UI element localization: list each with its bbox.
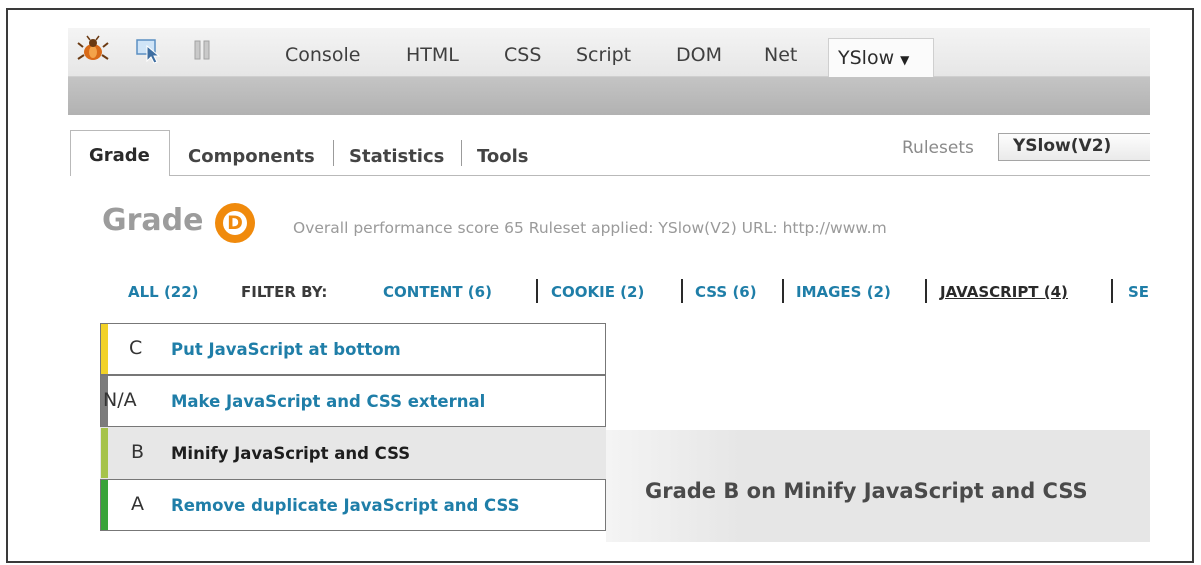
rule-title[interactable]: Make JavaScript and CSS external [171,392,485,411]
rule-grade: N/A [103,389,137,411]
filter-separator [925,279,927,303]
filter-css[interactable]: CSS (6) [695,283,757,301]
rule-grade: A [131,493,144,515]
tab-tools[interactable]: Tools [477,146,529,167]
rulesets-select[interactable]: YSlow(V2) [998,133,1150,161]
tab-net[interactable]: Net [764,44,797,66]
page-title: Grade [102,203,204,238]
inspect-icon[interactable] [134,34,164,66]
filter-se[interactable]: SE [1128,283,1149,301]
tab-separator [461,140,462,166]
rule-title[interactable]: Remove duplicate JavaScript and CSS [171,496,519,515]
filter-separator [1111,279,1113,303]
chevron-down-icon: ▼ [900,53,910,67]
tab-yslow[interactable]: YSlow ▼ [828,38,934,78]
rule-title[interactable]: Minify JavaScript and CSS [171,444,410,463]
rule-item[interactable]: A Remove duplicate JavaScript and CSS [100,479,606,531]
rule-item-selected[interactable]: B Minify JavaScript and CSS [100,427,606,479]
pause-icon[interactable] [190,34,214,66]
filter-separator [536,279,538,303]
firebug-bug-icon[interactable] [76,34,110,66]
rule-title[interactable]: Put JavaScript at bottom [171,340,401,359]
rule-item[interactable]: N/A Make JavaScript and CSS external [100,375,606,427]
tab-yslow-label: YSlow [838,47,895,69]
filter-images[interactable]: IMAGES (2) [796,283,891,301]
firebug-subbar [68,77,1150,115]
grade-color-bar [101,428,108,478]
rulesets-label: Rulesets [902,138,974,158]
tab-dom[interactable]: DOM [676,44,722,66]
rule-detail-title: Grade B on Minify JavaScript and CSS [645,479,1088,503]
filter-separator [782,279,784,303]
firebug-toolbar: Console HTML CSS Script DOM Net [68,28,1150,77]
tab-divider [170,175,1150,176]
filter-cookie[interactable]: COOKIE (2) [551,283,644,301]
filter-javascript[interactable]: JAVASCRIPT (4) [940,283,1068,301]
rule-grade: B [131,441,145,463]
tab-script[interactable]: Script [576,44,631,66]
grade-summary: Overall performance score 65 Ruleset app… [293,219,887,237]
tab-css[interactable]: CSS [504,44,541,66]
tab-html[interactable]: HTML [406,44,459,66]
grade-letter: D [223,211,247,235]
filter-content[interactable]: CONTENT (6) [383,283,492,301]
filter-by-label: FILTER BY: [241,283,328,301]
grade-badge: D [215,203,255,243]
filter-separator [681,279,683,303]
filter-all[interactable]: ALL (22) [128,283,199,301]
rule-item[interactable]: C Put JavaScript at bottom [100,323,606,375]
tab-grade[interactable]: Grade [70,130,170,176]
tab-console[interactable]: Console [285,44,360,66]
grade-color-bar [101,480,108,530]
tab-separator [333,140,334,166]
tab-components[interactable]: Components [188,146,315,167]
rule-grade: C [129,337,143,359]
grade-color-bar [101,324,108,374]
tab-statistics[interactable]: Statistics [349,146,444,167]
